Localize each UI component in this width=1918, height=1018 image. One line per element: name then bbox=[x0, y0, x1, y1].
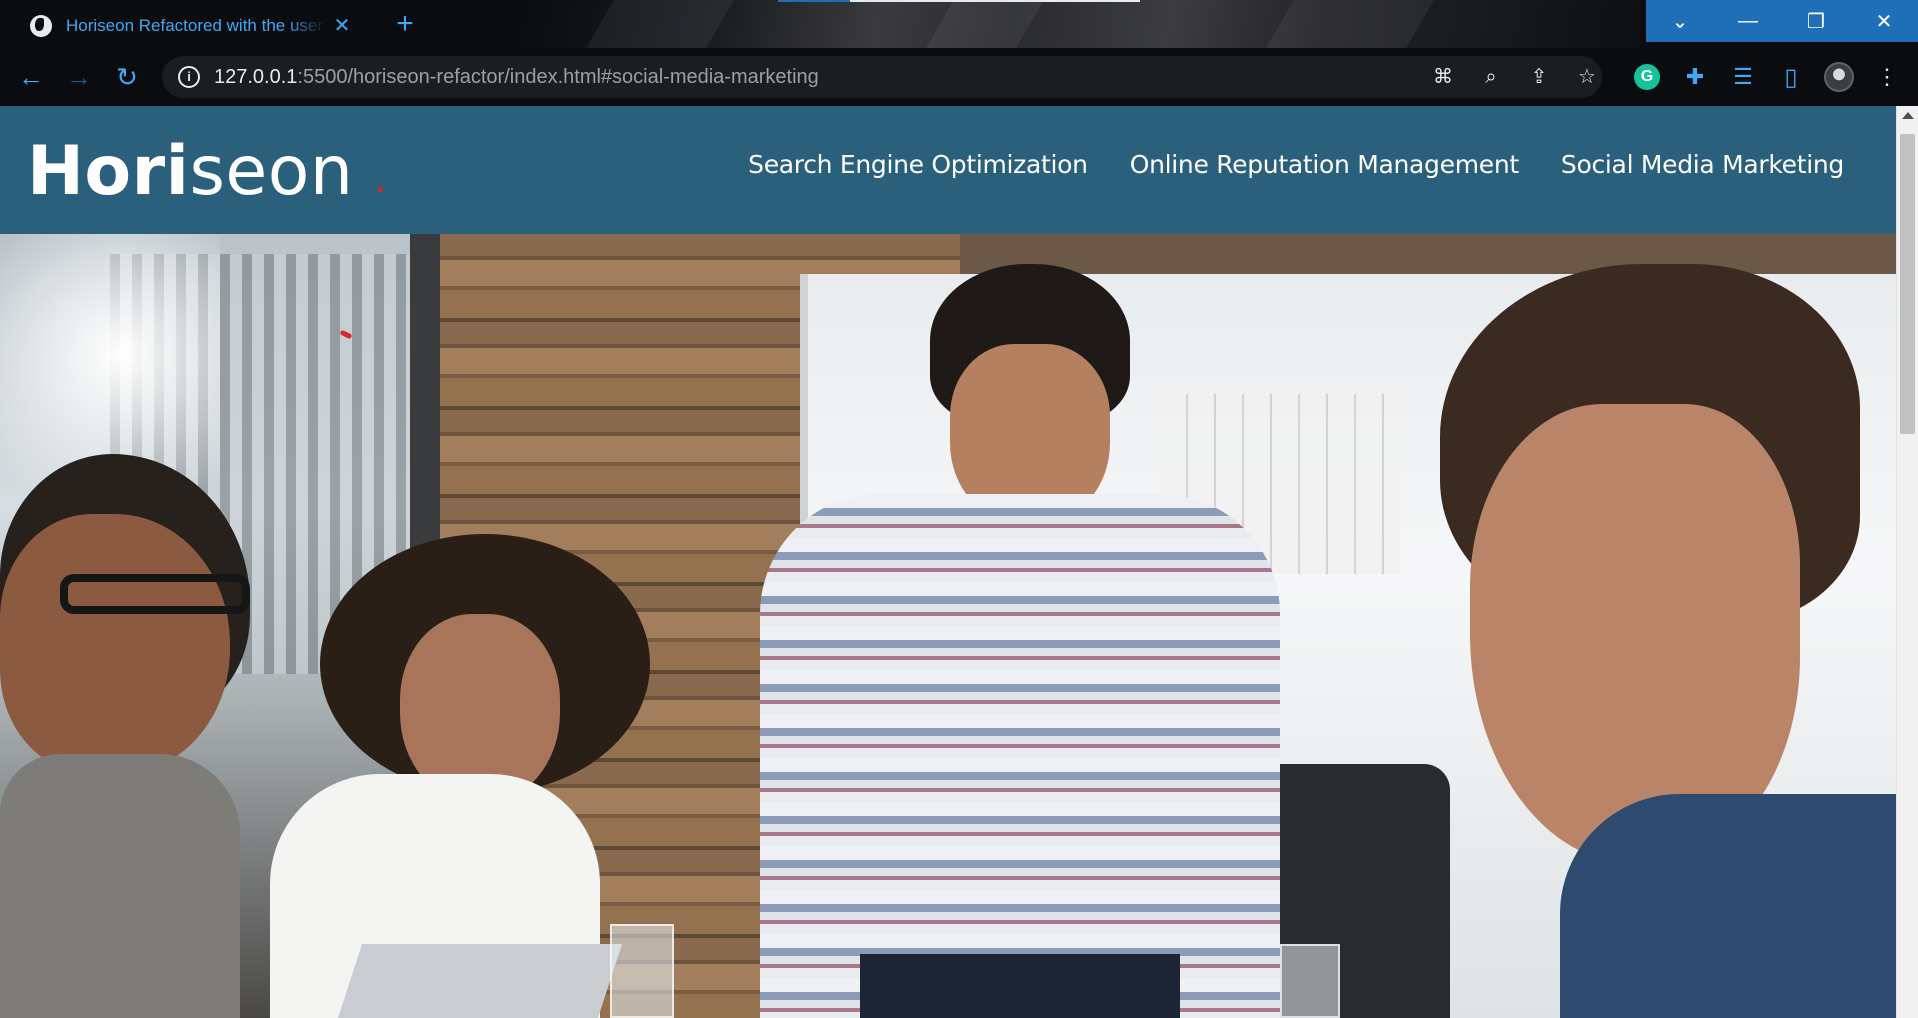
browser-toolbar: ← → ↻ i 127.0.0.1:5500/horiseon-refactor… bbox=[0, 48, 1918, 106]
url-host: 127.0.0.1 bbox=[214, 66, 298, 88]
logo-main: Hori bbox=[27, 132, 190, 211]
address-bar[interactable]: i 127.0.0.1:5500/horiseon-refactor/index… bbox=[162, 56, 1602, 98]
scrollbar-thumb[interactable] bbox=[1900, 134, 1915, 434]
tab-search-button[interactable]: ⌄ bbox=[1646, 0, 1714, 42]
active-tab[interactable]: Horiseon Refactored with the user ✕ bbox=[10, 4, 362, 48]
page-scrollbar[interactable] bbox=[1896, 106, 1918, 1018]
reading-list-icon[interactable]: ☰ bbox=[1726, 60, 1760, 94]
denim-shirt bbox=[1560, 794, 1896, 1018]
browser-theme-art bbox=[520, 0, 1640, 48]
url-path: :5500/horiseon-refactor/index.html#socia… bbox=[297, 66, 819, 88]
grey-tshirt bbox=[0, 754, 240, 1018]
tab-title: Horiseon Refactored with the user bbox=[66, 16, 324, 35]
jeans bbox=[860, 954, 1180, 1018]
scroll-up-arrow-icon[interactable] bbox=[1902, 112, 1914, 119]
share-icon[interactable]: ⇪ bbox=[1526, 64, 1552, 90]
nav-link-smm[interactable]: Social Media Marketing bbox=[1561, 150, 1844, 179]
profile-avatar bbox=[1824, 62, 1854, 92]
water-glass-right bbox=[1280, 944, 1340, 1018]
glasses bbox=[60, 574, 250, 614]
grammarly-icon: G bbox=[1634, 64, 1660, 90]
main-nav: Search Engine Optimization Online Reputa… bbox=[748, 150, 1844, 179]
extensions-icon[interactable]: ✚ bbox=[1678, 60, 1712, 94]
globe-icon bbox=[30, 15, 52, 37]
laptop bbox=[337, 944, 623, 1018]
page-viewport: Horiseon Search Engine Optimization Onli… bbox=[0, 106, 1918, 1018]
profile-button[interactable] bbox=[1822, 60, 1856, 94]
grammarly-extension[interactable]: G bbox=[1630, 60, 1664, 94]
site-info-icon[interactable]: i bbox=[178, 66, 200, 88]
nav-link-seo[interactable]: Search Engine Optimization bbox=[748, 150, 1088, 179]
site-header: Horiseon Search Engine Optimization Onli… bbox=[0, 106, 1896, 234]
translate-icon[interactable]: ⌘ bbox=[1430, 64, 1456, 90]
restore-button[interactable]: ❐ bbox=[1782, 0, 1850, 42]
nav-link-orm[interactable]: Online Reputation Management bbox=[1130, 150, 1519, 179]
title-bar: Horiseon Refactored with the user ✕ + ⌄ … bbox=[0, 0, 1918, 48]
water-glass bbox=[610, 924, 674, 1018]
minimize-button[interactable]: — bbox=[1714, 0, 1782, 42]
left-man-face bbox=[0, 514, 230, 774]
forward-button[interactable]: → bbox=[62, 60, 96, 94]
new-tab-button[interactable]: + bbox=[390, 9, 420, 40]
tab-close-icon[interactable]: ✕ bbox=[330, 14, 354, 38]
menu-icon[interactable]: ⋮ bbox=[1870, 60, 1904, 94]
site-logo: Horiseon bbox=[27, 132, 353, 211]
cursor-dot bbox=[378, 187, 383, 192]
reload-button[interactable]: ↻ bbox=[110, 60, 144, 94]
close-window-button[interactable]: ✕ bbox=[1850, 0, 1918, 42]
url-text[interactable]: 127.0.0.1:5500/horiseon-refactor/index.h… bbox=[214, 66, 819, 89]
striped-shirt bbox=[760, 494, 1280, 1018]
zoom-icon[interactable]: ⌕ bbox=[1478, 64, 1504, 90]
logo-rest: seon bbox=[189, 132, 354, 211]
hero-image bbox=[0, 234, 1896, 1018]
bookmark-star-icon[interactable]: ☆ bbox=[1574, 64, 1600, 90]
back-button[interactable]: ← bbox=[14, 60, 48, 94]
side-panel-icon[interactable]: ▯ bbox=[1774, 60, 1808, 94]
